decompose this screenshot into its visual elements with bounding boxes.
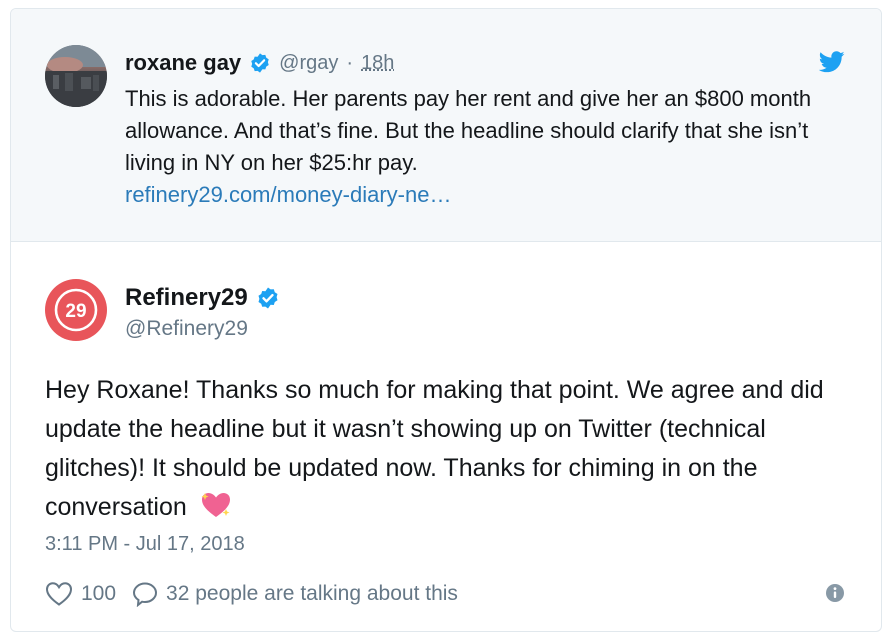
- quoted-tweet-text: This is adorable. Her parents pay her re…: [125, 83, 845, 211]
- main-tweet-text: Hey Roxane! Thanks so much for making th…: [45, 371, 855, 527]
- twitter-bird-icon[interactable]: [819, 51, 845, 73]
- tweet-actions: 100 32 people are talking about this: [45, 579, 458, 609]
- tweet-body: Hey Roxane! Thanks so much for making th…: [45, 376, 824, 521]
- avatar[interactable]: [45, 45, 107, 107]
- verified-badge-icon: [251, 53, 269, 73]
- avatar[interactable]: 29: [45, 279, 107, 341]
- conversation-action[interactable]: 32 people are talking about this: [132, 581, 458, 607]
- author-handle[interactable]: @Refinery29: [125, 317, 248, 341]
- talking-count: 32 people are talking about this: [166, 582, 458, 605]
- tweet-timestamp[interactable]: 3:11 PM - Jul 17, 2018: [45, 533, 245, 556]
- heart-icon: [45, 582, 73, 606]
- tweet-time[interactable]: 18h: [361, 52, 394, 75]
- sparkling-heart-emoji: [201, 493, 230, 517]
- like-count: 100: [81, 582, 117, 605]
- tweet-embed-card: roxane gay @rgay · 18h This is adorable.…: [10, 8, 882, 632]
- comment-bubble-icon: [133, 582, 158, 607]
- article-link[interactable]: refinery29.com/money-diary-ne…: [125, 182, 451, 207]
- main-author-line: Refinery29: [125, 283, 280, 313]
- avatar-logo-text: 29: [65, 301, 86, 322]
- info-icon[interactable]: [825, 583, 845, 603]
- like-action[interactable]: 100: [45, 581, 116, 607]
- quoted-tweet[interactable]: roxane gay @rgay · 18h This is adorable.…: [11, 9, 881, 242]
- author-name[interactable]: roxane gay: [125, 50, 241, 76]
- author-name[interactable]: Refinery29: [125, 284, 248, 312]
- tweet-body: This is adorable. Her parents pay her re…: [125, 86, 812, 175]
- quoted-author-line: roxane gay @rgay · 18h: [125, 49, 394, 77]
- meta-separator: ·: [346, 51, 354, 74]
- verified-badge-icon: [258, 287, 278, 309]
- author-handle[interactable]: @rgay: [279, 52, 338, 75]
